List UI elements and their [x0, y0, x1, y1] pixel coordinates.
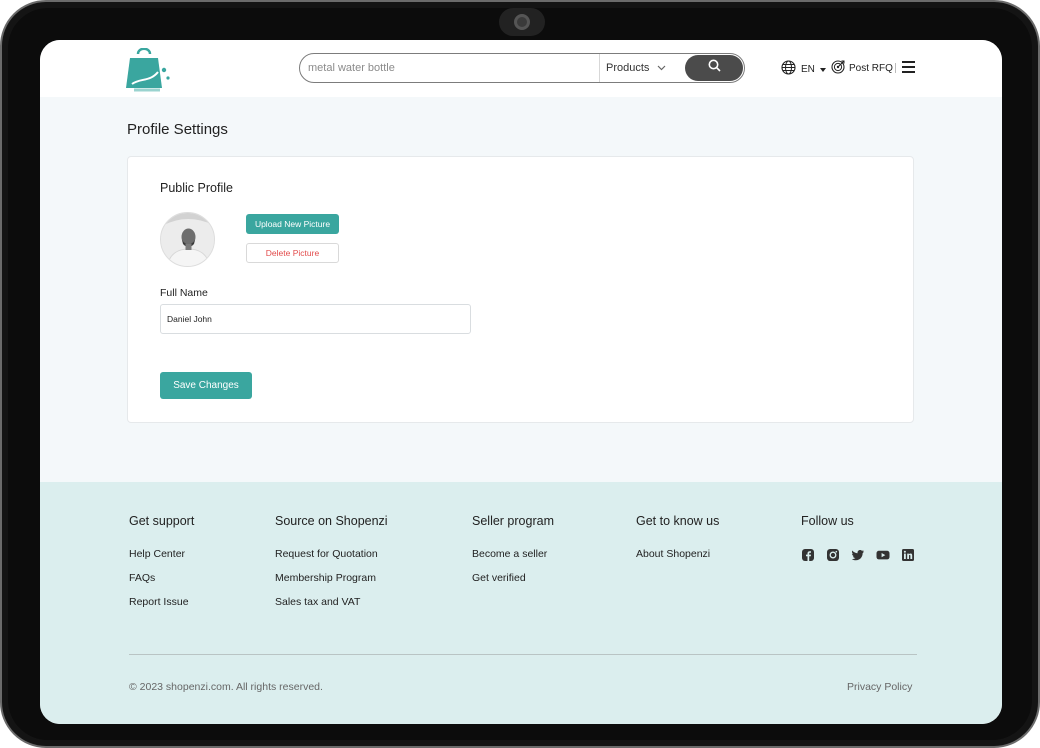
post-rfq-label: Post RFQ	[849, 63, 893, 74]
footer-heading: Source on Shopenzi	[275, 514, 388, 528]
footer-link-get-verified[interactable]: Get verified	[472, 572, 554, 585]
search-button[interactable]	[685, 55, 743, 81]
camera-lens	[514, 14, 530, 30]
footer-column-source: Source on Shopenzi Request for Quotation…	[275, 514, 388, 620]
footer-column-about: Get to know us About Shopenzi	[636, 514, 719, 572]
footer-link-rfq[interactable]: Request for Quotation	[275, 548, 388, 561]
full-name-field[interactable]	[160, 304, 471, 334]
instagram-icon[interactable]	[826, 548, 840, 562]
footer: Get support Help Center FAQs Report Issu…	[40, 482, 1002, 724]
avatar	[160, 212, 215, 267]
youtube-icon[interactable]	[876, 548, 890, 562]
footer-link-help-center[interactable]: Help Center	[129, 548, 194, 561]
footer-heading: Seller program	[472, 514, 554, 528]
header: Products EN	[40, 40, 1002, 97]
category-select[interactable]: Products	[606, 60, 666, 76]
footer-link-faqs[interactable]: FAQs	[129, 572, 194, 585]
footer-column-seller: Seller program Become a seller Get verif…	[472, 514, 554, 596]
copyright-text: © 2023 shopenzi.com. All rights reserved…	[129, 681, 323, 693]
chevron-down-icon	[657, 62, 666, 74]
twitter-icon[interactable]	[851, 548, 865, 562]
category-label: Products	[606, 62, 650, 74]
header-divider	[895, 63, 896, 73]
footer-heading: Get support	[129, 514, 195, 528]
footer-link-become-seller[interactable]: Become a seller	[472, 548, 554, 561]
search-icon	[708, 59, 721, 77]
footer-divider	[129, 654, 917, 655]
language-label: EN	[801, 63, 815, 75]
privacy-policy-link[interactable]: Privacy Policy	[847, 681, 912, 693]
footer-link-about[interactable]: About Shopenzi	[636, 548, 719, 561]
footer-heading: Follow us	[801, 514, 854, 528]
social-links	[801, 548, 915, 562]
footer-link-sales-tax[interactable]: Sales tax and VAT	[275, 596, 388, 609]
delete-picture-button[interactable]: Delete Picture	[246, 243, 339, 263]
page-title: Profile Settings	[127, 121, 228, 138]
globe-icon	[781, 60, 796, 78]
caret-down-icon	[819, 64, 826, 75]
hamburger-menu-icon[interactable]	[902, 61, 916, 73]
search-bar: Products	[299, 53, 745, 83]
shopenzi-logo[interactable]	[124, 47, 172, 92]
target-icon	[831, 60, 845, 77]
screen: Products EN	[40, 40, 1002, 724]
language-selector[interactable]: EN	[781, 60, 826, 78]
footer-heading: Get to know us	[636, 514, 720, 528]
footer-column-follow: Follow us	[801, 514, 915, 562]
footer-column-support: Get support Help Center FAQs Report Issu…	[129, 514, 194, 620]
upload-picture-button[interactable]: Upload New Picture	[246, 214, 339, 234]
search-input[interactable]	[308, 58, 598, 78]
tablet-frame: Products EN	[0, 0, 1040, 748]
profile-card: Public Profile Upload New Picture Delete…	[127, 156, 914, 423]
linkedin-icon[interactable]	[901, 548, 915, 562]
footer-link-report-issue[interactable]: Report Issue	[129, 596, 194, 609]
post-rfq-link[interactable]: Post RFQ	[831, 60, 893, 77]
full-name-label: Full Name	[160, 287, 208, 299]
camera	[499, 8, 545, 36]
save-changes-button[interactable]: Save Changes	[160, 372, 252, 399]
section-title: Public Profile	[160, 181, 233, 195]
search-divider	[599, 54, 600, 82]
footer-link-membership[interactable]: Membership Program	[275, 572, 388, 585]
facebook-icon[interactable]	[801, 548, 815, 562]
